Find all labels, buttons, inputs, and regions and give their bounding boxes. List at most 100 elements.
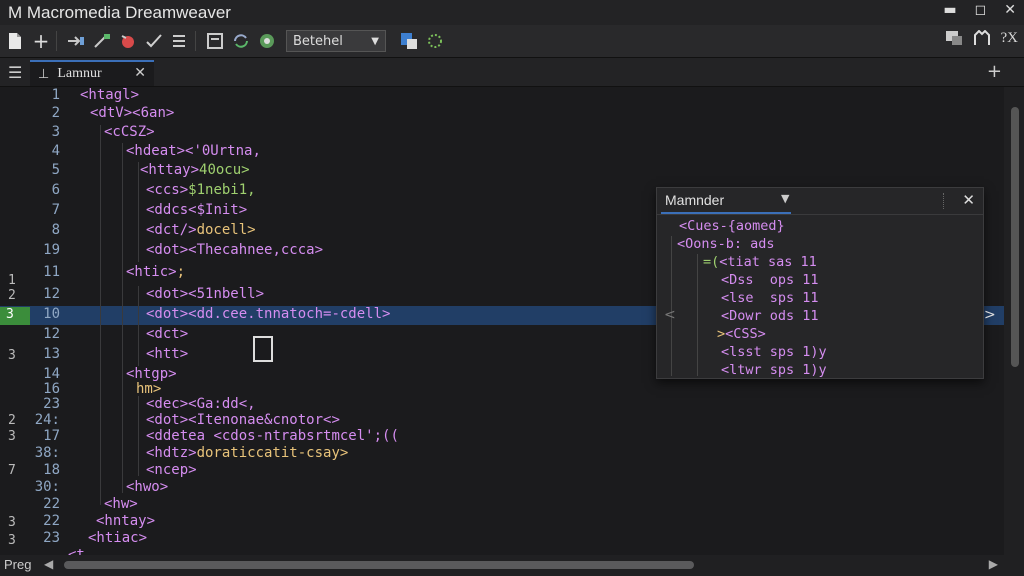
toolbar-divider xyxy=(56,31,57,51)
tab-document[interactable]: ⊥ Lamnur ✕ xyxy=(30,60,154,86)
mouse-cursor xyxy=(253,336,273,362)
check-icon[interactable] xyxy=(143,30,165,52)
popup-suggestion[interactable]: <lse sps 11 xyxy=(721,290,819,306)
code-text: <hw> xyxy=(104,496,138,512)
code-text: <ddetea <cdos-ntrabsrtmcel';(( xyxy=(146,428,399,444)
preview-icon[interactable] xyxy=(973,29,991,50)
code-text: <ddcs<$Init> xyxy=(146,202,248,218)
popup-suggestion[interactable]: <ltwr sps 1)y xyxy=(721,362,827,378)
tab-close-icon[interactable]: ✕ xyxy=(134,65,146,81)
code-text: <cCSZ> xyxy=(104,124,155,140)
image-icon[interactable] xyxy=(945,30,963,50)
code-text: <dct/>docell> xyxy=(146,222,256,238)
code-icon[interactable] xyxy=(117,30,139,52)
code-text: <dtV><6an> xyxy=(90,105,175,121)
menu-icon[interactable]: ☰ xyxy=(8,63,22,82)
code-text: <ccs>$1nebi1, xyxy=(146,182,256,198)
popup-left-arrow[interactable]: < xyxy=(664,307,676,323)
code-line[interactable]: 5 <httay>40ocu> xyxy=(0,162,1004,181)
popup-suggestion[interactable]: <Oons-b: ads xyxy=(677,236,775,252)
vertical-scrollbar[interactable] xyxy=(1004,87,1024,555)
code-text: <hdtz>doraticcatit-csay> xyxy=(146,445,349,461)
line-number: 4 xyxy=(51,143,60,159)
settings-icon[interactable] xyxy=(424,30,446,52)
code-text: <htt> xyxy=(146,346,189,362)
code-text: <hntay> xyxy=(96,513,156,529)
frame-icon[interactable] xyxy=(204,30,226,52)
title-bar: M Macromedia Dreamweaver ▬ ◻ ✕ xyxy=(0,0,1024,25)
line-number: 30: xyxy=(34,479,60,495)
add-tab-icon[interactable]: + xyxy=(987,61,1002,82)
fx-icon[interactable]: ?X xyxy=(1001,30,1019,50)
document-icon[interactable] xyxy=(398,30,420,52)
popup-suggestion[interactable]: <Dowr ods 11 xyxy=(721,308,819,324)
new-icon[interactable]: + xyxy=(30,29,52,53)
code-text: <dct> xyxy=(146,326,189,342)
split-icon[interactable] xyxy=(91,30,113,52)
code-line[interactable]: 2 <dtV><6an> xyxy=(0,105,1004,124)
line-number: 2 xyxy=(51,105,60,121)
refresh-icon[interactable] xyxy=(230,30,252,52)
popup-suggestion[interactable]: <Cues-{aomed} xyxy=(679,218,785,234)
code-line[interactable]: 3 <cCSZ> xyxy=(0,124,1004,143)
horizontal-scroll-thumb[interactable] xyxy=(64,561,694,569)
horizontal-scrollbar[interactable]: Preg ◀ ▶ xyxy=(0,555,1024,576)
chevron-down-icon[interactable]: ▼ xyxy=(781,192,789,205)
chevron-down-icon: ▼ xyxy=(371,35,379,47)
line-number: 38: xyxy=(34,445,60,461)
line-number: 12 xyxy=(43,286,60,302)
popup-close-icon[interactable]: ✕ xyxy=(962,191,975,209)
popup-suggestion[interactable]: <lsst sps 1)y xyxy=(721,344,827,360)
code-line[interactable]: 4 <hdeat><'0Urtna, xyxy=(0,143,1004,162)
code-text: <htiac> xyxy=(88,530,148,546)
line-number: 22 xyxy=(43,513,60,529)
code-text: <dot><dd.cee.tnnatoch=-cdell> xyxy=(146,306,391,322)
grip-icon[interactable] xyxy=(943,193,946,209)
popup-title[interactable]: Mamnder xyxy=(665,192,724,208)
status-label: Preg xyxy=(4,557,32,572)
maximize-icon[interactable]: ◻ xyxy=(975,2,987,18)
line-number: 23 xyxy=(43,396,60,412)
tab-bar: ☰ ⊥ Lamnur ✕ + xyxy=(0,58,1024,87)
popup-suggestion[interactable]: <Dss ops 11 xyxy=(721,272,819,288)
indent-guide xyxy=(671,236,672,376)
line-number: 16 xyxy=(43,381,60,397)
code-text: hm> xyxy=(136,381,162,397)
vertical-scroll-thumb[interactable] xyxy=(1011,107,1019,367)
popup-header: Mamnder ▼ ✕ xyxy=(657,188,983,215)
indent-guide xyxy=(100,125,101,505)
indent-guide xyxy=(138,396,139,476)
view-dropdown-value: Betehel xyxy=(293,33,343,49)
line-number: 17 xyxy=(43,428,60,444)
popup-suggestion[interactable]: ><CSS> xyxy=(717,326,766,342)
code-text: <hwo> xyxy=(126,479,169,495)
popup-right-arrow[interactable]: > xyxy=(984,307,996,323)
code-text: <httay>40ocu> xyxy=(140,162,250,178)
window-controls: ▬ ◻ ✕ xyxy=(943,2,1016,18)
close-icon[interactable]: ✕ xyxy=(1004,2,1016,18)
popup-suggestion[interactable]: =(<tiat sas 11 xyxy=(703,254,817,270)
line-number: 13 xyxy=(43,346,60,362)
tab-label: Lamnur xyxy=(57,66,102,81)
minimize-icon[interactable]: ▬ xyxy=(943,2,956,18)
code-text: <dot><Thecahnee,ccca> xyxy=(146,242,324,258)
file-icon[interactable] xyxy=(4,30,26,52)
link-icon[interactable] xyxy=(65,30,87,52)
globe-icon[interactable] xyxy=(256,30,278,52)
toolbar-right: ?X xyxy=(945,29,1019,50)
code-line[interactable]: 1 <htagl> xyxy=(0,87,1004,106)
list-icon[interactable] xyxy=(169,30,191,52)
scroll-right-icon[interactable]: ▶ xyxy=(989,557,998,571)
line-number: 5 xyxy=(51,162,60,178)
view-dropdown[interactable]: Betehel ▼ xyxy=(286,30,386,52)
indent-guide xyxy=(138,162,139,262)
active-breakpoint[interactable]: 3 xyxy=(0,307,30,325)
toolbar-divider xyxy=(195,31,196,51)
indent-guide xyxy=(697,254,698,376)
line-number: 11 xyxy=(43,264,60,280)
scroll-left-icon[interactable]: ◀ xyxy=(44,557,53,571)
line-number: 10 xyxy=(43,306,60,322)
code-text: <htgp> xyxy=(126,366,177,382)
code-text: <htic>; xyxy=(126,264,186,280)
line-number: 8 xyxy=(51,222,60,238)
